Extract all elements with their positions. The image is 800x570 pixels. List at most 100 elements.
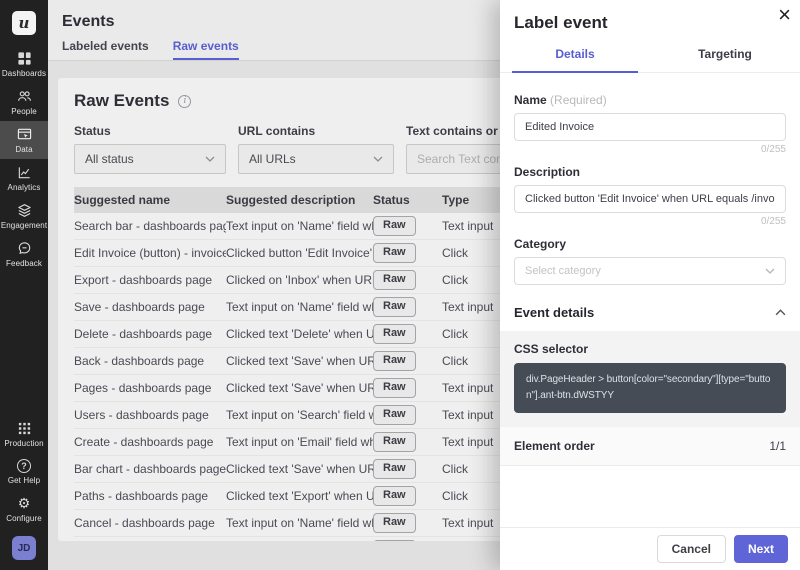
cell-suggested-description: Clicked on 'Inbox' when URL eq... — [226, 273, 373, 287]
css-selector-label: CSS selector — [514, 342, 786, 356]
description-field[interactable] — [514, 185, 786, 213]
sidebar-item-label: People — [11, 107, 37, 116]
cell-suggested-description: Clicked text 'Delete' when URL e... — [226, 327, 373, 341]
cell-type: Click — [442, 273, 504, 287]
sidebar-item-label: Data — [15, 145, 32, 154]
info-icon[interactable]: i — [178, 95, 191, 108]
sidebar-item-analytics[interactable]: Analytics — [0, 159, 48, 197]
url-filter-label: URL contains — [238, 124, 394, 138]
table-row[interactable]: Export - dashboards page Clicked on 'Inb… — [74, 267, 504, 294]
sidebar-item-people[interactable]: People — [0, 83, 48, 121]
tab-details[interactable]: Details — [500, 42, 650, 72]
feedback-icon — [17, 241, 32, 256]
table-row[interactable]: Users - dashboards page Text input on 'S… — [74, 402, 504, 429]
table-row[interactable]: Delete - dashboards page Clicked text 'D… — [74, 321, 504, 348]
table-row[interactable]: Create - dashboards page Text input on '… — [74, 429, 504, 456]
production-icon — [17, 421, 32, 436]
sidebar: u Dashboards People Data Analytics Engag… — [0, 0, 48, 570]
table-row[interactable]: Paths - dashboards page Clicked text 'Ex… — [74, 483, 504, 510]
data-icon — [17, 127, 32, 142]
cell-suggested-description: Text input on 'Email' field when... — [226, 435, 373, 449]
close-icon[interactable]: × — [778, 1, 791, 30]
cell-type: Click — [442, 246, 504, 260]
next-button[interactable]: Next — [734, 535, 788, 563]
cell-suggested-description: Clicked text 'Save' when URL eq... — [226, 381, 373, 395]
main-area: Events Labeled events Raw events Raw Eve… — [48, 0, 500, 570]
cell-suggested-name: Export - dashboards page — [74, 273, 226, 287]
tab-raw-events[interactable]: Raw events — [173, 39, 239, 60]
status-filter-value: All status — [85, 152, 134, 166]
status-filter-select[interactable]: All status — [74, 144, 226, 174]
table-header-row: Suggested name Suggested description Sta… — [74, 187, 504, 213]
event-details-title: Event details — [514, 305, 594, 320]
name-char-counter: 0/255 — [514, 144, 786, 155]
page-title: Events — [62, 13, 500, 31]
raw-events-table: Suggested name Suggested description Sta… — [74, 187, 504, 541]
cell-type: Click — [442, 354, 504, 368]
cell-suggested-description: Text input on 'Name' field when... — [226, 300, 373, 314]
status-badge: Raw — [373, 459, 416, 478]
status-badge: Raw — [373, 216, 416, 235]
status-badge: Raw — [373, 270, 416, 289]
table-row[interactable]: Pages - dashboards page Clicked text 'Sa… — [74, 375, 504, 402]
cell-suggested-name: Back - dashboards page — [74, 354, 226, 368]
status-badge: Raw — [373, 324, 416, 343]
cell-type: Text input — [442, 435, 504, 449]
status-badge: Raw — [373, 351, 416, 370]
cell-type: Text input — [442, 219, 504, 233]
cell-suggested-description: Text input on 'Search' field whe... — [226, 408, 373, 422]
sidebar-item-data[interactable]: Data — [0, 121, 48, 159]
configure-icon: ⚙ — [18, 496, 31, 511]
app-logo[interactable]: u — [12, 11, 36, 35]
element-order-value: 1/1 — [769, 439, 786, 453]
modal-title: Label event — [500, 0, 800, 42]
modal-footer: Cancel Next — [500, 527, 800, 570]
table-row[interactable]: Save - dashboards page Text input on 'Na… — [74, 294, 504, 321]
sidebar-item-label: Engagement — [1, 221, 47, 230]
cell-suggested-name: Save - dashboards page — [74, 300, 226, 314]
description-field-label: Description — [514, 165, 786, 179]
sidebar-item-label: Production — [4, 439, 43, 448]
cell-suggested-name: Users - dashboards page — [74, 408, 226, 422]
cell-type: Click — [442, 462, 504, 476]
chevron-down-icon — [205, 156, 215, 162]
raw-events-card: Raw Events i Status All status URL conta… — [58, 78, 520, 541]
cell-suggested-description: Clicked text 'Save' when URL eq... — [226, 462, 373, 476]
page-tabs: Labeled events Raw events — [62, 39, 500, 60]
user-avatar[interactable]: JD — [12, 536, 36, 560]
table-row[interactable]: Cancel - dashboards page Text input on '… — [74, 510, 504, 537]
column-header-suggested-name: Suggested name — [74, 193, 226, 207]
cell-type: Click — [442, 327, 504, 341]
table-row[interactable]: Edit Invoice (button) - invoice page Cli… — [74, 240, 504, 267]
required-hint: (Required) — [550, 93, 607, 107]
sidebar-item-dashboards[interactable]: Dashboards — [0, 45, 48, 83]
cell-suggested-name: Search bar - dashboards page — [74, 219, 226, 233]
url-filter-select[interactable]: All URLs — [238, 144, 394, 174]
dashboards-icon — [17, 51, 32, 66]
cell-suggested-description: Clicked button 'Edit Invoice' whe... — [226, 246, 373, 260]
sidebar-item-get-help[interactable]: ? Get Help — [0, 453, 48, 490]
name-field[interactable] — [514, 113, 786, 141]
tab-labeled-events[interactable]: Labeled events — [62, 39, 149, 60]
sidebar-item-engagement[interactable]: Engagement — [0, 197, 48, 235]
table-row[interactable]: Search bar - dashboards page Text input … — [74, 213, 504, 240]
sidebar-item-label: Dashboards — [2, 69, 46, 78]
category-select[interactable]: Select category — [514, 257, 786, 285]
status-badge: Raw — [373, 432, 416, 451]
tab-targeting[interactable]: Targeting — [650, 42, 800, 72]
cell-suggested-name: Cancel - dashboards page — [74, 516, 226, 530]
description-char-counter: 0/255 — [514, 216, 786, 227]
sidebar-item-label: Analytics — [8, 183, 41, 192]
table-row[interactable]: Bar chart - dashboards page Clicked text… — [74, 456, 504, 483]
cell-suggested-name: Paths - dashboards page — [74, 489, 226, 503]
sidebar-item-configure[interactable]: ⚙ Configure — [0, 490, 48, 528]
category-field-label: Category — [514, 237, 786, 251]
table-row[interactable]: Back - dashboards page Clicked text 'Sav… — [74, 348, 504, 375]
cancel-button[interactable]: Cancel — [657, 535, 726, 563]
sidebar-item-production[interactable]: Production — [0, 415, 48, 453]
table-row[interactable]: Checklists - dashboards page Clicked tex… — [74, 537, 504, 541]
cell-type: Click — [442, 489, 504, 503]
event-details-section-header[interactable]: Event details — [500, 305, 800, 320]
sidebar-item-feedback[interactable]: Feedback — [0, 235, 48, 273]
element-order-label: Element order — [514, 439, 595, 453]
